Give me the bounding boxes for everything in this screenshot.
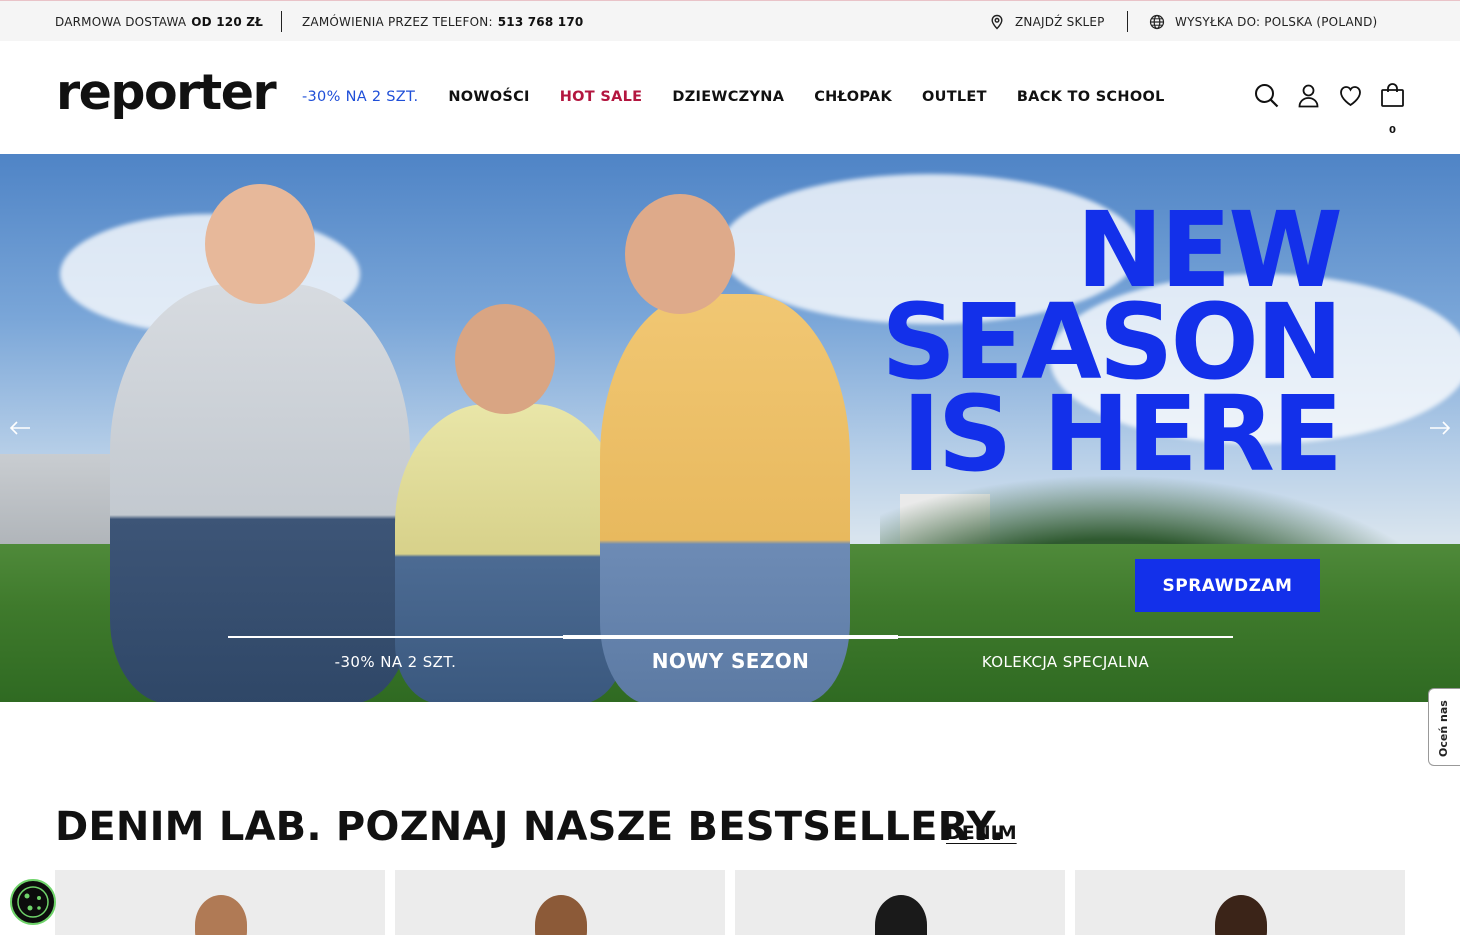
nav-outlet[interactable]: OUTLET [922, 86, 987, 108]
cart-icon[interactable]: 0 [1380, 83, 1405, 136]
carousel-tab[interactable]: -30% NA 2 SZT. [228, 653, 563, 671]
product-card[interactable] [395, 870, 725, 935]
divider [1127, 11, 1128, 32]
cart-count-badge: 0 [1389, 125, 1396, 136]
free-shipping-info: DARMOWA DOSTAWA OD 120 ZŁ [55, 1, 263, 42]
carousel-tab[interactable]: KOLEKCJA SPECJALNA [898, 653, 1233, 671]
product-card[interactable] [1075, 870, 1405, 935]
product-image [535, 895, 587, 935]
account-icon[interactable] [1296, 83, 1321, 108]
nav-hot-sale[interactable]: HOT SALE [560, 86, 643, 108]
product-card[interactable] [735, 870, 1065, 935]
search-icon[interactable] [1254, 83, 1279, 108]
product-card[interactable] [55, 870, 385, 935]
ship-to-selector[interactable]: WYSYŁKA DO: POLSKA (POLAND) [1149, 1, 1377, 42]
slide-progress-line-active [563, 635, 898, 639]
denim-link[interactable]: DENIM [946, 822, 1017, 844]
hero-carousel[interactable]: NEW SEASON IS HERE SPRAWDZAM -30% NA 2 S… [0, 154, 1460, 702]
main-nav: -30% NA 2 SZT. NOWOŚCI HOT SALE DZIEWCZY… [302, 86, 1195, 108]
product-image [1215, 895, 1267, 935]
location-pin-icon [989, 14, 1005, 30]
divider [281, 11, 282, 32]
find-store-label: ZNAJDŹ SKLEP [1015, 14, 1105, 29]
next-arrow-icon[interactable] [1428, 416, 1452, 440]
section-title: DENIM LAB. POZNAJ NASZE BESTSELLERY. [55, 804, 1005, 850]
rate-us-tab[interactable]: Oceń nas [1428, 688, 1460, 766]
slide-progress-line [898, 636, 1233, 638]
ship-to-label: WYSYŁKA DO: POLSKA (POLAND) [1175, 14, 1378, 29]
phone-order-info: ZAMÓWIENIA PRZEZ TELEFON: 513 768 170 [302, 1, 583, 42]
phone-order-text: ZAMÓWIENIA PRZEZ TELEFON: [302, 14, 493, 29]
site-header: reporter -30% NA 2 SZT. NOWOŚCI HOT SALE… [0, 41, 1460, 154]
hero-headline: NEW SEASON IS HERE [780, 198, 1343, 495]
free-shipping-threshold: OD 120 ZŁ [191, 14, 264, 29]
nav-girl[interactable]: DZIEWCZYNA [672, 86, 784, 108]
nav-boy[interactable]: CHŁOPAK [814, 86, 892, 108]
cookie-icon [17, 886, 49, 918]
rate-us-label: Oceń nas [1437, 700, 1450, 757]
nav-back-to-school[interactable]: BACK TO SCHOOL [1017, 86, 1165, 108]
nav-new-in[interactable]: NOWOŚCI [448, 86, 529, 108]
header-actions: 0 [1254, 83, 1405, 136]
product-image [875, 895, 927, 935]
product-grid [55, 870, 1405, 935]
product-image [195, 895, 247, 935]
logo[interactable]: reporter [56, 65, 277, 121]
model-face [625, 194, 735, 314]
hero-headline-line: IS HERE [901, 373, 1343, 495]
cookie-settings-button[interactable] [10, 879, 56, 925]
free-shipping-text: DARMOWA DOSTAWA [55, 14, 187, 29]
model-face [205, 184, 315, 304]
find-store-link[interactable]: ZNAJDŹ SKLEP [989, 1, 1105, 42]
wishlist-icon[interactable] [1338, 83, 1363, 108]
globe-icon [1149, 14, 1165, 30]
carousel-tab-active[interactable]: NOWY SEZON [563, 649, 898, 673]
carousel-tabs: -30% NA 2 SZT. NOWY SEZON KOLEKCJA SPECJ… [228, 635, 1233, 686]
nav-promo-30[interactable]: -30% NA 2 SZT. [302, 86, 418, 108]
model-face [455, 304, 555, 414]
prev-arrow-icon[interactable] [8, 416, 32, 440]
hero-cta-button[interactable]: SPRAWDZAM [1135, 559, 1320, 612]
slide-progress-line [228, 636, 563, 638]
phone-number[interactable]: 513 768 170 [498, 15, 584, 29]
top-info-bar: DARMOWA DOSTAWA OD 120 ZŁ ZAMÓWIENIA PRZ… [0, 0, 1460, 41]
